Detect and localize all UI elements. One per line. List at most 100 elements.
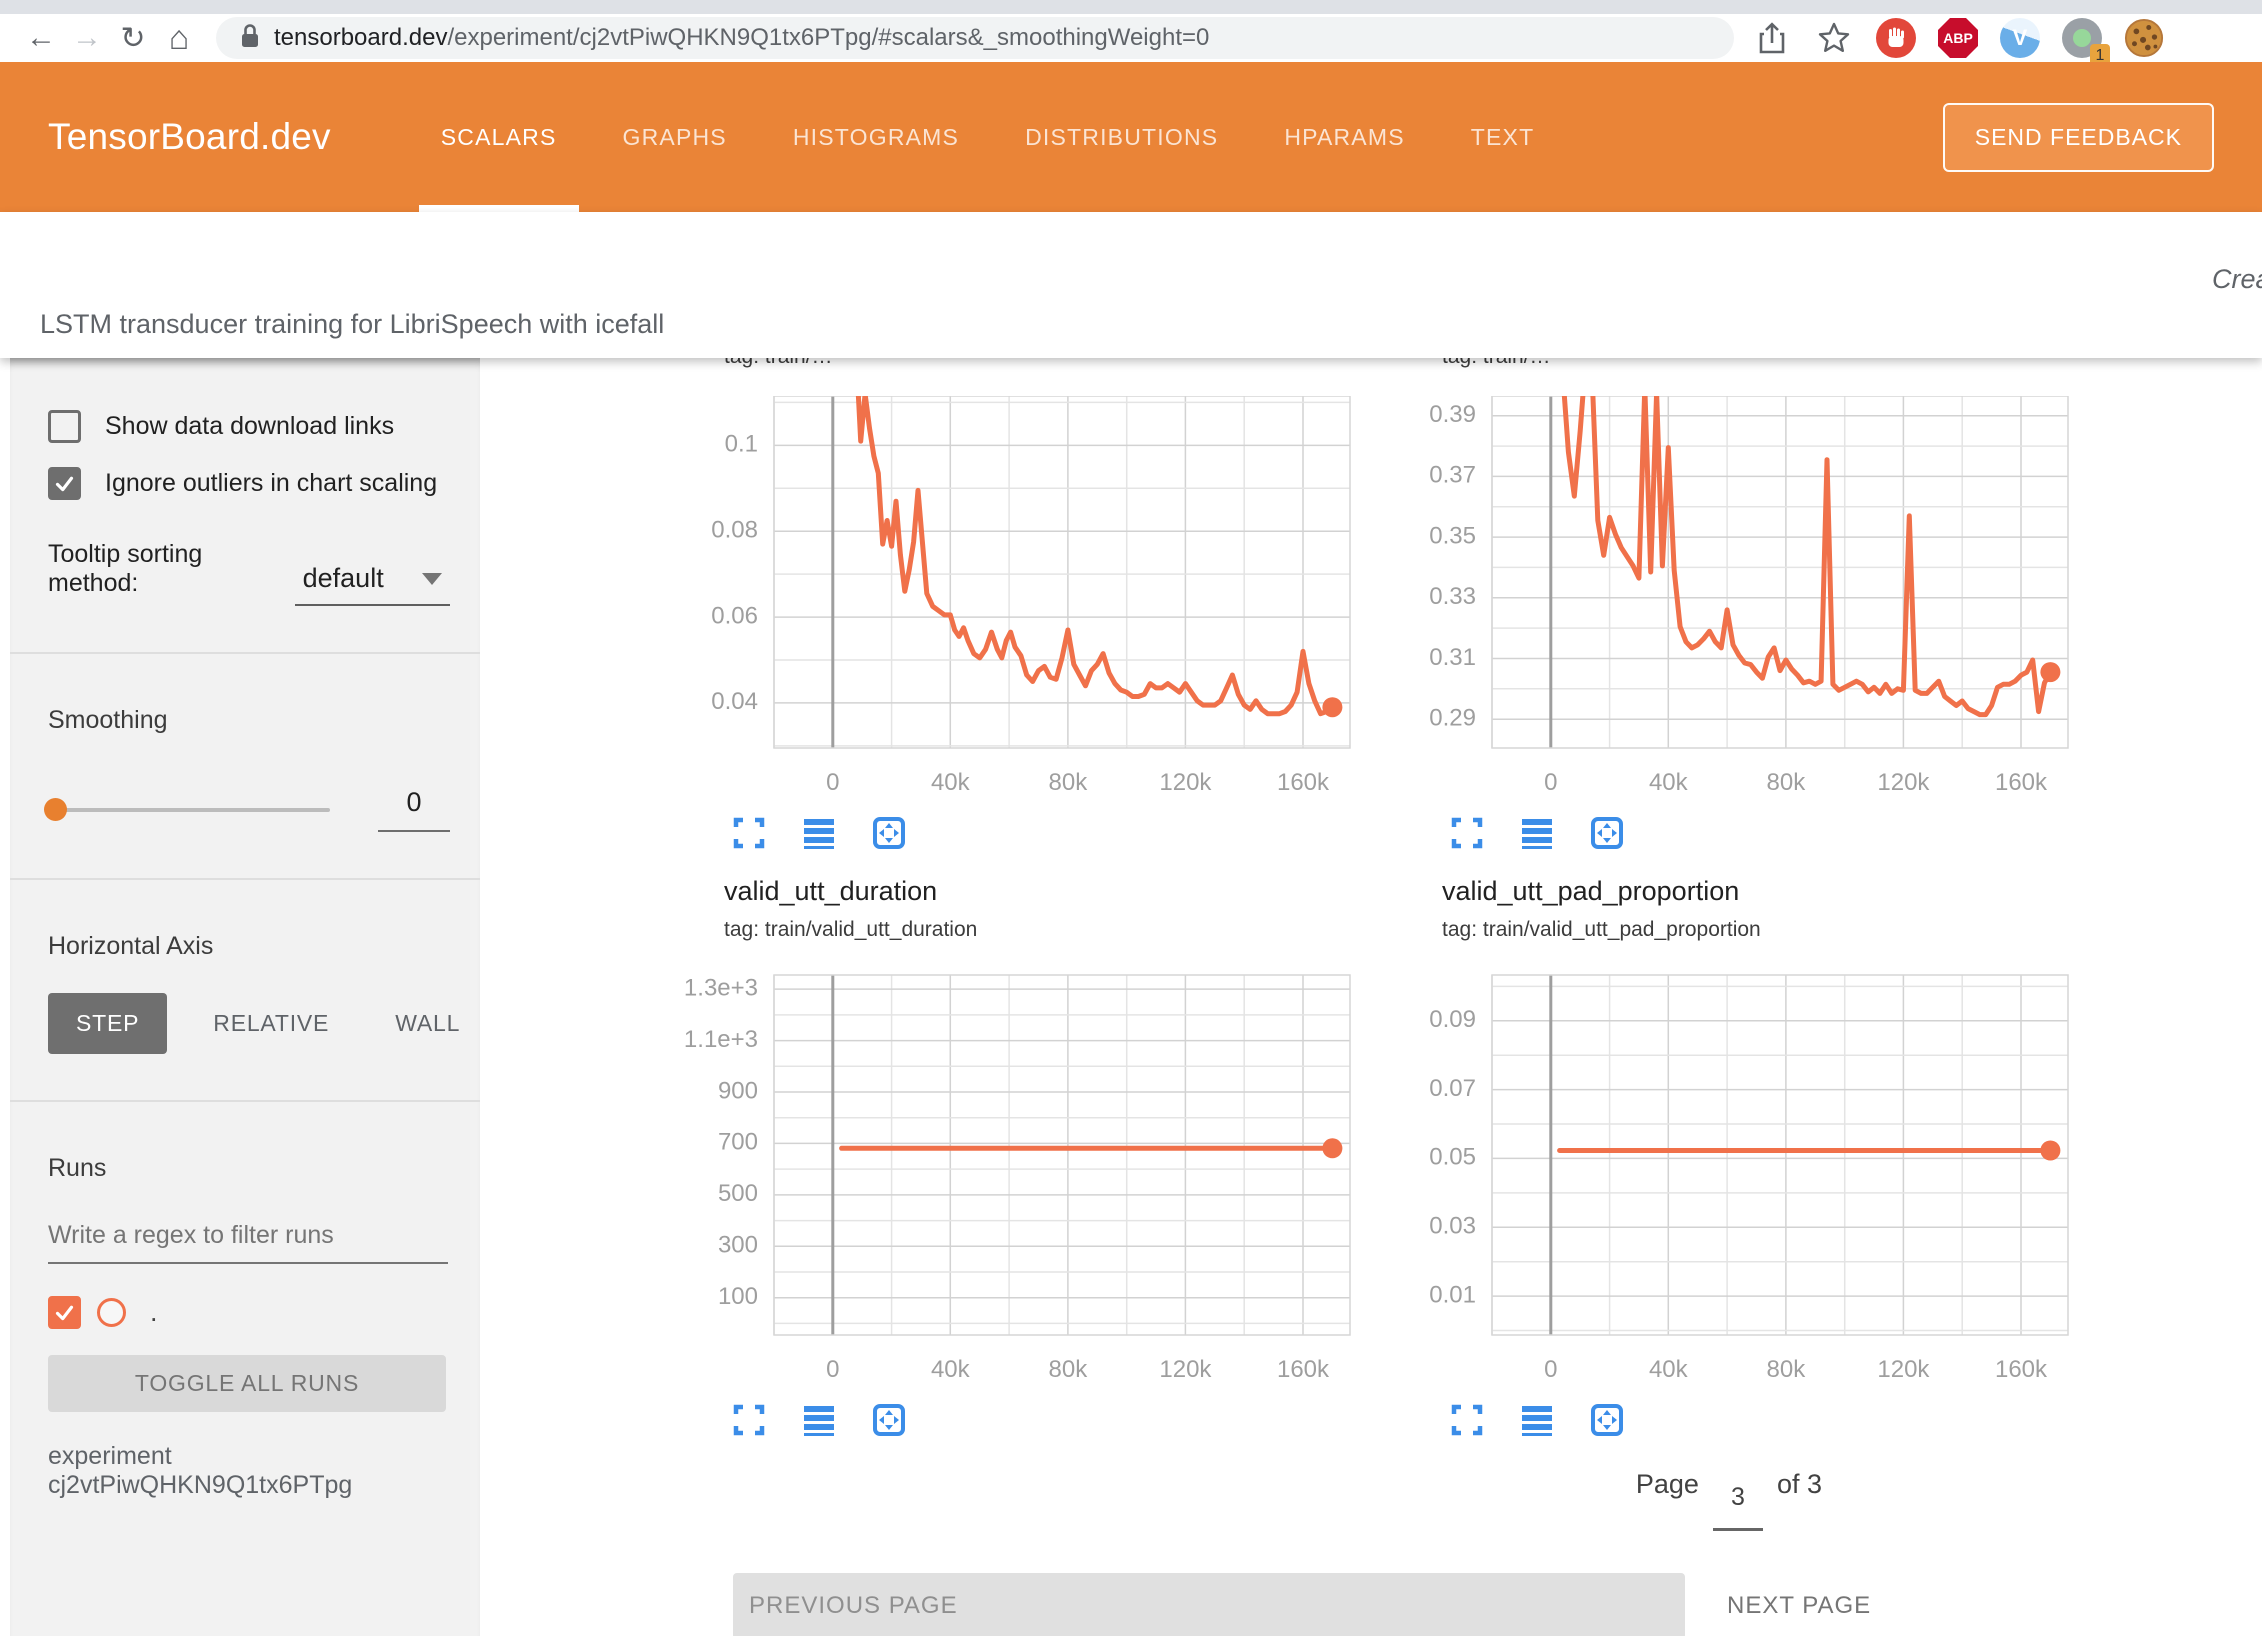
- adblock-hand-extension-icon[interactable]: [1876, 18, 1916, 58]
- cookie-extension-icon[interactable]: [2124, 18, 2164, 58]
- fit-domain-icon[interactable]: [1588, 1401, 1626, 1439]
- toggle-all-runs-button[interactable]: TOGGLE ALL RUNS: [48, 1355, 446, 1412]
- url-path: /experiment/cj2vtPiwQHKN9Q1tx6PTpg/#scal…: [447, 24, 1209, 51]
- svg-text:0: 0: [1544, 1356, 1557, 1383]
- svg-text:160k: 160k: [1995, 769, 2048, 796]
- svg-text:160k: 160k: [1277, 769, 1330, 796]
- show-download-links-row[interactable]: Show data download links: [48, 410, 450, 443]
- experiment-id-label: experiment cj2vtPiwQHKN9Q1tx6PTpg: [48, 1442, 450, 1500]
- charts-row-2: valid_utt_duration tag: train/valid_utt_…: [666, 876, 2262, 1439]
- lock-icon: [240, 23, 260, 54]
- tab-hparams[interactable]: HPARAMS: [1278, 62, 1410, 212]
- settings-sidebar: Show data download links Ignore outliers…: [10, 358, 480, 1636]
- svg-text:0.37: 0.37: [1429, 462, 1476, 489]
- svg-text:160k: 160k: [1277, 1356, 1330, 1383]
- browser-actions: ABP V 1: [1752, 18, 2164, 58]
- tab-scalars[interactable]: SCALARS: [435, 62, 563, 212]
- v-extension-icon[interactable]: V: [2000, 18, 2040, 58]
- fullscreen-icon[interactable]: [1448, 814, 1486, 852]
- browser-toolbar: ← → ↻ ⌂ tensorboard.dev/experiment/cj2vt…: [0, 14, 2262, 62]
- ignore-outliers-checkbox[interactable]: [48, 467, 81, 500]
- axis-wall-button[interactable]: WALL: [375, 993, 480, 1054]
- chevron-down-icon: [422, 573, 442, 585]
- axis-relative-button[interactable]: RELATIVE: [193, 993, 349, 1054]
- tooltip-sorting-dropdown[interactable]: default: [295, 563, 450, 606]
- chart-card-top-right: tag: train/… 0.290.310.330.350.370.39040…: [1384, 358, 2074, 852]
- view-runs-icon[interactable]: [1518, 1401, 1556, 1439]
- ignore-outliers-row[interactable]: Ignore outliers in chart scaling: [48, 467, 450, 500]
- back-icon[interactable]: ←: [18, 15, 64, 61]
- svg-text:80k: 80k: [1049, 1356, 1089, 1383]
- svg-text:80k: 80k: [1767, 769, 1807, 796]
- forward-icon[interactable]: →: [64, 15, 110, 61]
- fullscreen-icon[interactable]: [1448, 1401, 1486, 1439]
- app-logo: TensorBoard.dev: [48, 116, 331, 158]
- svg-text:0: 0: [1544, 769, 1557, 796]
- svg-text:0.04: 0.04: [711, 688, 758, 715]
- runs-regex-input[interactable]: [48, 1221, 448, 1264]
- chart-title: valid_utt_pad_proportion: [1442, 876, 2074, 907]
- share-icon[interactable]: [1752, 18, 1792, 58]
- view-runs-icon[interactable]: [800, 814, 838, 852]
- svg-text:120k: 120k: [1159, 769, 1212, 796]
- axis-step-button[interactable]: STEP: [48, 993, 167, 1054]
- nav-tabs: SCALARS GRAPHS HISTOGRAMS DISTRIBUTIONS …: [435, 62, 1541, 212]
- run-row: .: [48, 1296, 450, 1329]
- runs-section: Runs . TOGGLE ALL RUNS experiment cj2vtP…: [10, 1102, 480, 1546]
- previous-page-button[interactable]: PREVIOUS PAGE: [733, 1573, 1685, 1636]
- scalar-chart-svg[interactable]: 1003005007009001.1e+31.3e+3040k80k120k16…: [666, 965, 1356, 1393]
- fit-domain-icon[interactable]: [870, 1401, 908, 1439]
- fullscreen-icon[interactable]: [730, 814, 768, 852]
- chart-actions: [1448, 1401, 2074, 1439]
- tab-graphs[interactable]: GRAPHS: [617, 62, 733, 212]
- tab-distributions[interactable]: DISTRIBUTIONS: [1019, 62, 1224, 212]
- scalar-chart-svg[interactable]: 0.010.030.050.070.09040k80k120k160k: [1384, 965, 2074, 1393]
- chart-tag-clipped: tag: train/…: [724, 358, 1356, 372]
- svg-text:120k: 120k: [1877, 1356, 1930, 1383]
- fit-domain-icon[interactable]: [1588, 814, 1626, 852]
- svg-text:1.3e+3: 1.3e+3: [684, 974, 758, 1001]
- svg-text:0.09: 0.09: [1429, 1006, 1476, 1033]
- chart-tag: tag: train/valid_utt_duration: [724, 915, 1356, 945]
- tooltip-sorting-row: Tooltip sorting method: default: [48, 540, 450, 606]
- svg-text:0.03: 0.03: [1429, 1213, 1476, 1240]
- svg-text:80k: 80k: [1767, 1356, 1807, 1383]
- run-color-swatch[interactable]: [97, 1298, 126, 1327]
- smoothing-value-input[interactable]: 0: [378, 787, 450, 832]
- svg-text:0.08: 0.08: [711, 517, 758, 544]
- view-runs-icon[interactable]: [1518, 814, 1556, 852]
- send-feedback-button[interactable]: SEND FEEDBACK: [1943, 103, 2214, 172]
- run-checkbox[interactable]: [48, 1296, 81, 1329]
- browser-tab-strip: [0, 0, 2262, 14]
- next-page-button[interactable]: NEXT PAGE: [1721, 1591, 1877, 1621]
- url-bar[interactable]: tensorboard.dev/experiment/cj2vtPiwQHKN9…: [216, 17, 1734, 59]
- svg-text:40k: 40k: [931, 769, 971, 796]
- smoothing-slider[interactable]: [48, 808, 330, 812]
- abp-extension-icon[interactable]: ABP: [1938, 18, 1978, 58]
- tab-histograms[interactable]: HISTOGRAMS: [787, 62, 965, 212]
- view-runs-icon[interactable]: [800, 1401, 838, 1439]
- tooltip-sorting-value: default: [303, 563, 384, 594]
- smoothing-slider-row: 0: [48, 787, 450, 832]
- chart-tag: tag: train/valid_utt_pad_proportion: [1442, 915, 2074, 945]
- chart-card-valid-utt-pad-proportion: valid_utt_pad_proportion tag: train/vali…: [1384, 876, 2074, 1439]
- reload-icon[interactable]: ↻: [110, 15, 156, 61]
- fullscreen-icon[interactable]: [730, 1401, 768, 1439]
- page-number-input[interactable]: 3: [1713, 1483, 1763, 1531]
- bookmark-star-icon[interactable]: [1814, 18, 1854, 58]
- show-download-links-checkbox[interactable]: [48, 410, 81, 443]
- chart-card-valid-utt-duration: valid_utt_duration tag: train/valid_utt_…: [666, 876, 1356, 1439]
- show-download-links-label: Show data download links: [105, 412, 394, 441]
- scalar-chart-svg[interactable]: 0.290.310.330.350.370.39040k80k120k160k: [1384, 396, 2074, 806]
- tab-text[interactable]: TEXT: [1465, 62, 1541, 212]
- horizontal-axis-section: Horizontal Axis STEP RELATIVE WALL: [10, 880, 480, 1102]
- chart-actions: [730, 814, 1356, 852]
- fit-domain-icon[interactable]: [870, 814, 908, 852]
- home-icon[interactable]: ⌂: [156, 15, 202, 61]
- scalar-chart-svg[interactable]: 0.040.060.080.1040k80k120k160k: [666, 396, 1356, 806]
- smoothing-slider-knob[interactable]: [44, 798, 67, 821]
- svg-text:0.1: 0.1: [725, 431, 758, 458]
- privacy-extension-icon[interactable]: 1: [2062, 18, 2102, 58]
- url-text[interactable]: tensorboard.dev/experiment/cj2vtPiwQHKN9…: [274, 24, 1209, 52]
- pagination-buttons: PREVIOUS PAGE NEXT PAGE: [733, 1573, 2262, 1636]
